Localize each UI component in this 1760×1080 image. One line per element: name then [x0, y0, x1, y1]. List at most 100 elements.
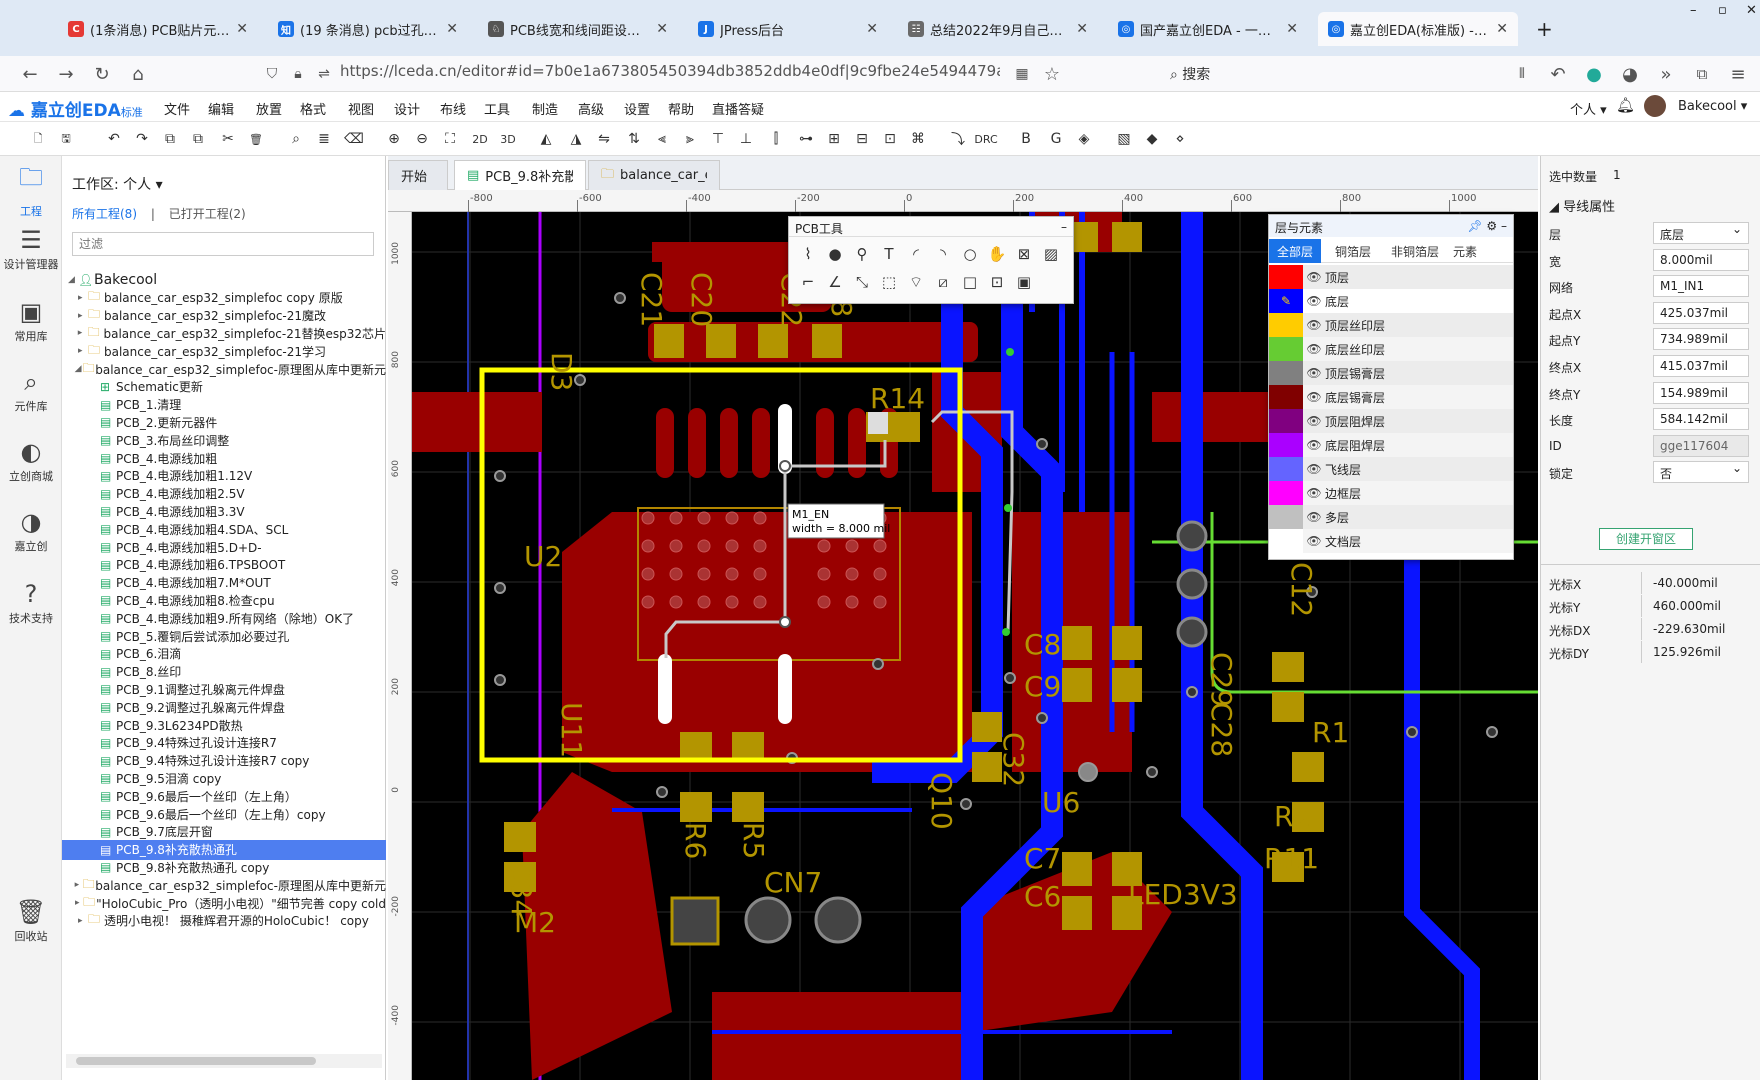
expand-arrow-icon[interactable]: ▸ — [75, 880, 83, 890]
arc2-icon[interactable]: ◝ — [932, 243, 954, 265]
smt-icon[interactable]: ◈ — [1074, 129, 1094, 149]
leftbar-help[interactable]: ? 技术支持 — [0, 580, 62, 626]
expand-arrow-icon[interactable]: ▸ — [78, 311, 88, 321]
close-icon[interactable]: ✕ — [1286, 21, 1298, 37]
permissions-icon[interactable]: ⇌ — [312, 62, 336, 86]
prop-input[interactable]: 415.037mil — [1653, 355, 1749, 377]
new-icon[interactable]: 🗋 — [28, 129, 48, 149]
leftbar-chip[interactable]: ▣ 常用库 — [0, 298, 62, 344]
rect-icon[interactable]: ⬚ — [878, 271, 900, 293]
layer-color-swatch[interactable] — [1269, 433, 1303, 457]
delete-icon[interactable]: 🗑 — [246, 129, 266, 149]
hand-icon[interactable]: ✋ — [986, 243, 1008, 265]
eye-icon[interactable]: 👁︎ — [1303, 390, 1325, 404]
close-icon[interactable]: ✕ — [866, 21, 878, 37]
drc-icon[interactable]: DRC — [974, 129, 997, 149]
flip-h-icon[interactable]: ⇋ — [594, 129, 614, 149]
menu-item[interactable]: 设置 — [624, 99, 650, 118]
align-top-icon[interactable]: ⊤ — [708, 129, 728, 149]
tab-all-projects[interactable]: 所有工程(8) — [72, 207, 137, 221]
copy-icon[interactable]: ⧉ — [160, 129, 180, 149]
search-input[interactable]: ⌕ 搜索 — [1170, 64, 1210, 84]
menu-item[interactable]: 编辑 — [208, 99, 234, 118]
library-icon[interactable]: ⫴ — [1510, 62, 1534, 86]
pcb-tools-minimize[interactable]: – — [1061, 220, 1067, 234]
browser-tab[interactable]: ◎ 嘉立创EDA(标准版) - 免费、易 ✕ — [1318, 12, 1518, 46]
paste-icon[interactable]: ⧉ — [188, 129, 208, 149]
dimension-icon[interactable]: ⌐ — [797, 271, 819, 293]
undo-close-icon[interactable]: ↶ — [1546, 62, 1570, 86]
align-right-icon[interactable]: ⫸ — [680, 129, 700, 149]
expand-arrow-icon[interactable]: ▸ — [78, 346, 88, 356]
connect-icon[interactable]: ⤡ — [851, 271, 873, 293]
image-icon[interactable]: ▧ — [1114, 129, 1134, 149]
eye-icon[interactable]: 👁︎ — [1303, 342, 1325, 356]
group-icon[interactable]: ⊡ — [880, 129, 900, 149]
layer-color-swatch[interactable]: ✎ — [1269, 289, 1303, 313]
bell-icon[interactable]: 🔔︎ — [1616, 96, 1635, 114]
layer-color-swatch[interactable] — [1269, 313, 1303, 337]
leftbar-jlc[interactable]: ◑ 嘉立创 — [0, 508, 62, 554]
bom-icon[interactable]: B — [1016, 129, 1036, 149]
layer-color-swatch[interactable] — [1269, 265, 1303, 289]
pad-icon[interactable]: ● — [824, 243, 846, 265]
forward-icon[interactable]: → — [54, 62, 78, 86]
share-icon[interactable]: ⋄ — [1170, 129, 1190, 149]
close-icon[interactable]: ✕ — [446, 21, 458, 37]
tab-open-projects[interactable]: 已打开工程(2) — [169, 207, 246, 221]
leftbar-lcsc[interactable]: ◐ 立创商城 — [0, 438, 62, 484]
layer-row[interactable]: 👁︎ 顶层丝印层 — [1269, 313, 1513, 337]
flip-v-icon[interactable]: ⇅ — [624, 129, 644, 149]
arc-icon[interactable]: ◜ — [905, 243, 927, 265]
workspace-selector[interactable]: 工作区: 个人 ▾ — [72, 174, 163, 194]
layer-row[interactable]: 👁︎ 底层阻焊层 — [1269, 433, 1513, 457]
layer-color-swatch[interactable] — [1269, 481, 1303, 505]
browser-tab[interactable]: ◎ 国产嘉立创EDA - 一个用心为 ✕ — [1108, 12, 1308, 46]
back-icon[interactable]: ← — [18, 62, 42, 86]
copper-icon[interactable]: ⧄ — [932, 271, 954, 293]
view-3d-icon[interactable]: 3D — [498, 129, 518, 149]
menu-item[interactable]: 放置 — [256, 99, 282, 118]
align-bottom-icon[interactable]: ⊥ — [736, 129, 756, 149]
image-icon[interactable]: ▨ — [1040, 243, 1062, 265]
more-tools-icon[interactable]: » — [1654, 62, 1678, 86]
layer-row[interactable]: 👁︎ 底层锡膏层 — [1269, 385, 1513, 409]
leftbar-list[interactable]: ☰ 设计管理器 — [0, 226, 62, 272]
ungroup-icon[interactable]: ⌘ — [908, 129, 928, 149]
menu-item[interactable]: 文件 — [164, 99, 190, 118]
via-icon[interactable]: ⚲ — [851, 243, 873, 265]
prop-input[interactable]: M1_IN1 — [1653, 275, 1749, 298]
cut-icon[interactable]: ✂ — [218, 129, 238, 149]
shield-icon[interactable]: ⛉ — [260, 62, 284, 86]
browser-tab[interactable]: ☷ 总结2022年9月自己画的电路 ✕ — [898, 12, 1098, 46]
new-tab-icon[interactable]: + — [1526, 12, 1556, 46]
maximize-window-icon[interactable]: ▫ — [1708, 0, 1732, 20]
layer-tab[interactable]: 元素 — [1445, 239, 1485, 263]
eye-icon[interactable]: 👁︎ — [1303, 366, 1325, 380]
view-2d-icon[interactable]: 2D — [470, 129, 490, 149]
layer-row[interactable]: 👁︎ 顶层阻焊层 — [1269, 409, 1513, 433]
prop-select[interactable]: 底层 — [1653, 222, 1749, 244]
menu-item[interactable]: 制造 — [532, 99, 558, 118]
window-icon[interactable]: ▣ — [1013, 271, 1035, 293]
undo-icon[interactable]: ↶ — [104, 129, 124, 149]
zoom-in-icon[interactable]: ⊕ — [384, 129, 404, 149]
browser-tab[interactable]: ♘ PCB线宽和线间距设计 - idea ✕ — [478, 12, 678, 46]
url-field[interactable]: https://lceda.cn/editor#id=7b0e1a6738054… — [340, 62, 1000, 80]
align-center-h-icon[interactable]: ⊶ — [796, 129, 816, 149]
user-menu[interactable]: 个人 ▾ — [1570, 99, 1607, 118]
bookmark-star-icon[interactable]: ☆ — [1040, 62, 1064, 86]
expand-arrow-icon[interactable]: ◢ — [75, 364, 83, 374]
lock-icon[interactable]: 🔒︎ — [286, 62, 310, 86]
layer-color-swatch[interactable] — [1269, 457, 1303, 481]
minimize-icon[interactable]: – — [1501, 219, 1507, 233]
username[interactable]: Bakecool ▾ — [1678, 99, 1747, 114]
layer-row[interactable]: 👁︎ 多层 — [1269, 505, 1513, 529]
menu-item[interactable]: 直播答疑 — [712, 99, 764, 118]
minimize-window-icon[interactable]: – — [1680, 0, 1704, 20]
qr-icon[interactable]: ▦ — [1010, 62, 1034, 86]
layer-row[interactable]: 👁︎ 底层丝印层 — [1269, 337, 1513, 361]
expand-arrow-icon[interactable]: ▸ — [78, 916, 88, 926]
eye-icon[interactable]: 👁︎ — [1303, 510, 1325, 524]
doc-tab[interactable]: 🗀balance_car_esp... — [588, 160, 720, 190]
